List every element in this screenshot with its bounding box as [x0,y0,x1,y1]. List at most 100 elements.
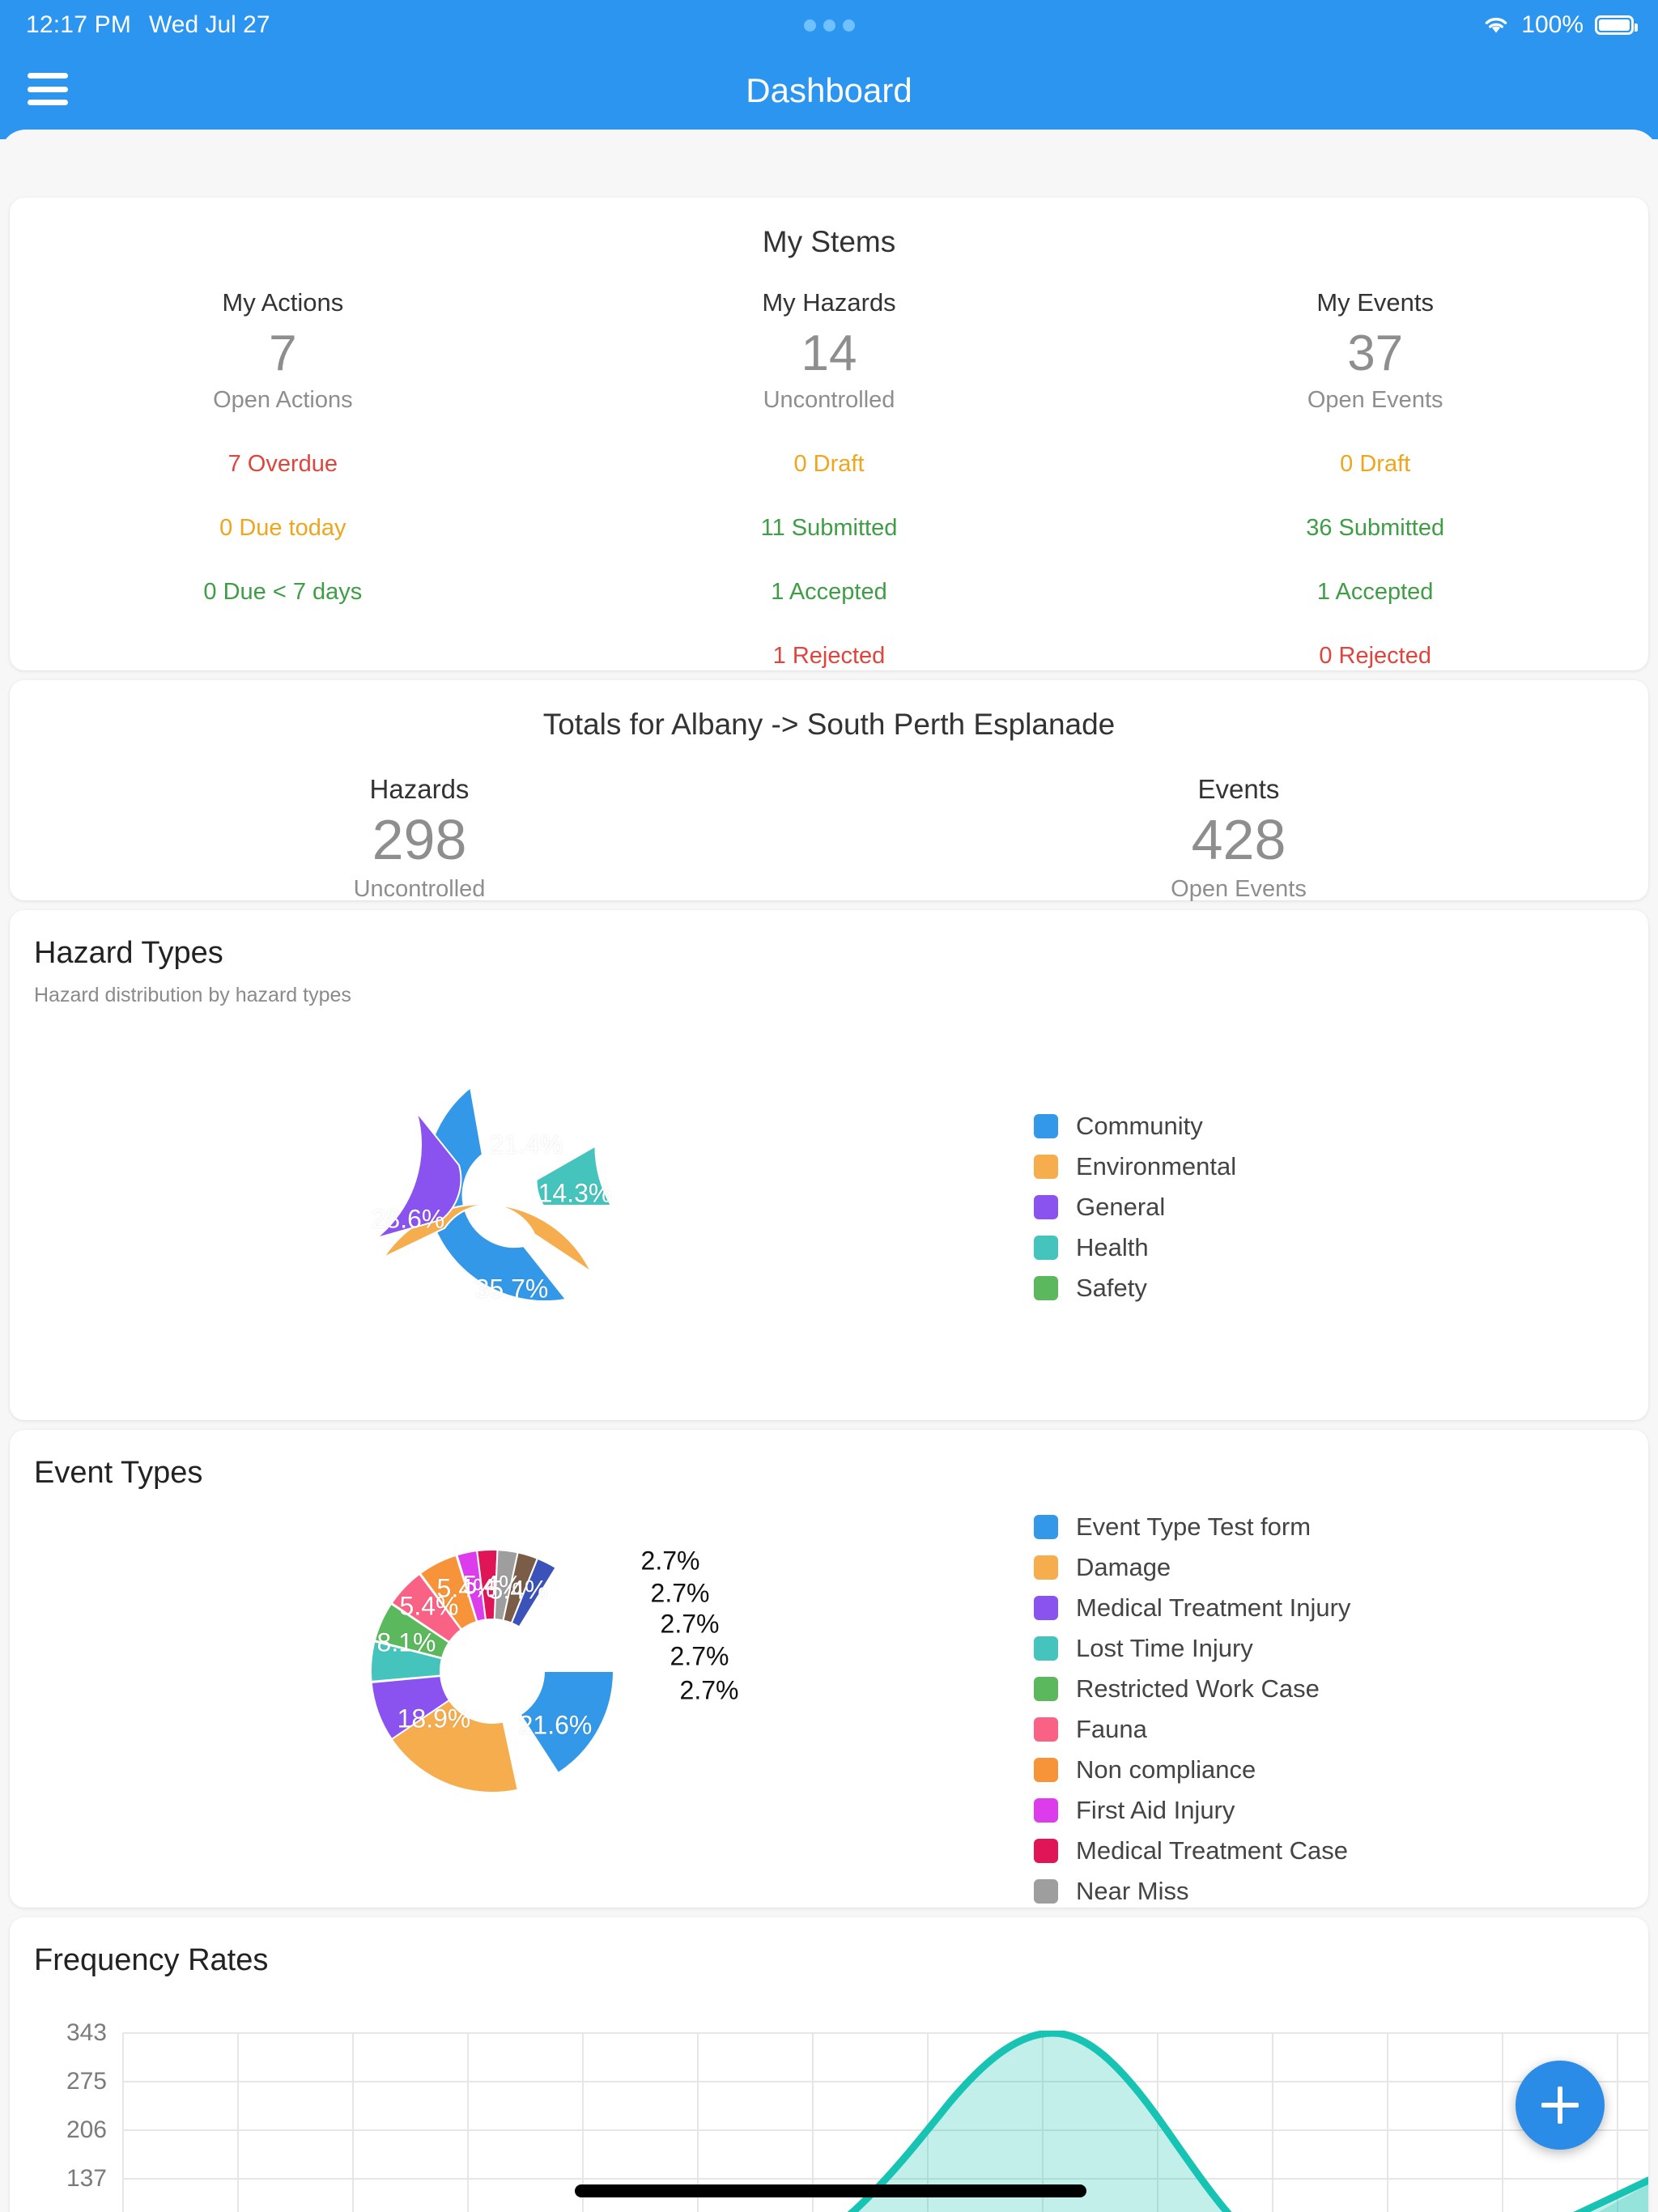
totals-sublabel: Open Events [1171,875,1307,902]
stem-stat-accepted[interactable]: 1 Accepted [556,579,1103,606]
hazard-types-donut-chart[interactable]: 21.4% 14.3% 28.6% 35.7% [358,1072,625,1339]
frequency-rates-svg [122,2031,1648,2212]
legend-item-lost-time-injury[interactable]: Lost Time Injury [1034,1628,1350,1669]
stem-label: My Hazards [762,288,896,317]
battery-icon [1595,15,1638,35]
add-floating-action-button[interactable] [1516,2061,1605,2150]
legend-item-non-compliance[interactable]: Non compliance [1034,1750,1350,1790]
totals-label: Events [1197,774,1280,804]
page-title: Dashboard [746,71,912,109]
stem-column-my-actions[interactable]: My Actions 7 Open Actions 7 Overdue 0 Du… [10,288,556,670]
legend-item-health[interactable]: Health [1034,1227,1236,1268]
totals-value: 428 [1191,808,1286,871]
my-stems-title: My Stems [762,225,896,258]
legend-label: Community [1076,1112,1203,1140]
legend-swatch-icon [1034,1596,1058,1620]
stem-stat-overdue[interactable]: 7 Overdue [10,451,556,478]
totals-column-events[interactable]: Events 428 Open Events [829,774,1648,903]
totals-label: Hazards [369,774,470,804]
event-types-title: Event Types [34,1456,203,1490]
event-slice-label-extra-1: 2.7% [670,1641,729,1671]
hazard-slice-label-community: 35.7% [474,1274,549,1304]
legend-label: First Aid Injury [1076,1796,1235,1824]
legend-item-general[interactable]: General [1034,1187,1236,1227]
legend-swatch-icon [1034,1236,1058,1260]
status-bar-left: 12:17 PM Wed Jul 27 [26,11,270,39]
legend-item-medical-treatment-injury[interactable]: Medical Treatment Injury [1034,1588,1350,1628]
legend-swatch-icon [1034,1717,1058,1742]
legend-swatch-icon [1034,1758,1058,1782]
hazard-types-card: Hazard Types Hazard distribution by haza… [10,910,1648,1420]
totals-card: Totals for Albany -> South Perth Esplana… [10,680,1648,903]
stem-sublabel: Open Events [1307,386,1443,413]
legend-label: Near Miss [1076,1877,1189,1905]
legend-label: Fauna [1076,1715,1147,1743]
hazard-types-title: Hazard Types [34,936,223,970]
legend-swatch-icon [1034,1839,1058,1863]
legend-label: General [1076,1193,1166,1221]
legend-swatch-icon [1034,1555,1058,1580]
stem-stat-draft[interactable]: 0 Draft [1102,451,1648,478]
totals-title: Totals for Albany -> South Perth Esplana… [542,708,1116,741]
battery-percent: 100% [1521,11,1584,38]
stem-column-my-hazards[interactable]: My Hazards 14 Uncontrolled 0 Draft 11 Su… [556,288,1103,670]
totals-sublabel: Uncontrolled [353,875,486,902]
legend-item-environmental[interactable]: Environmental [1034,1146,1236,1187]
status-bar-right: 100% [1482,11,1638,39]
legend-swatch-icon [1034,1677,1058,1701]
legend-item-safety[interactable]: Safety [1034,1268,1236,1308]
event-types-legend: Event Type Test form Damage Medical Trea… [1034,1507,1350,1912]
legend-label: Environmental [1076,1152,1237,1180]
legend-swatch-icon [1034,1195,1058,1219]
legend-item-community[interactable]: Community [1034,1106,1236,1146]
nav-bar: Dashboard [0,50,1658,139]
legend-item-first-aid-injury[interactable]: First Aid Injury [1034,1790,1350,1831]
stem-stat-draft[interactable]: 0 Draft [556,451,1103,478]
legend-item-medical-treatment-case[interactable]: Medical Treatment Case [1034,1831,1350,1871]
event-slice-label-first-aid-injury: 2.7% [640,1546,700,1576]
event-types-donut-chart[interactable]: 21.6% 18.9% 8.1% 5.4% 5.4% 5.4% 5.4% 2.7… [356,1535,738,1807]
stem-column-my-events[interactable]: My Events 37 Open Events 0 Draft 36 Subm… [1102,288,1648,670]
stem-stat-rejected[interactable]: 1 Rejected [556,643,1103,670]
hazard-types-legend: Community Environmental General Health S… [1034,1106,1236,1308]
legend-item-fauna[interactable]: Fauna [1034,1709,1350,1750]
my-stems-card: My Stems My Actions 7 Open Actions 7 Ove… [10,198,1648,670]
status-time: 12:17 PM [26,11,132,38]
legend-item-damage[interactable]: Damage [1034,1547,1350,1588]
event-slice-label-medical-treatment-injury: 8.1% [376,1627,436,1657]
stem-stat-rejected[interactable]: 0 Rejected [1102,643,1648,670]
stem-value: 14 [801,325,857,381]
legend-item-restricted-work-case[interactable]: Restricted Work Case [1034,1669,1350,1709]
stem-stat-due-7-days[interactable]: 0 Due < 7 days [10,579,556,606]
stem-stat-submitted[interactable]: 36 Submitted [1102,515,1648,542]
legend-label: Safety [1076,1274,1147,1302]
stem-stat-due-today[interactable]: 0 Due today [10,515,556,542]
plus-icon [1541,2087,1579,2124]
legend-label: Non compliance [1076,1755,1256,1784]
legend-swatch-icon [1034,1276,1058,1300]
stem-stat-submitted[interactable]: 11 Submitted [556,515,1103,542]
totals-column-hazards[interactable]: Hazards 298 Uncontrolled [10,774,829,903]
legend-swatch-icon [1034,1879,1058,1904]
status-bar: 12:17 PM Wed Jul 27 100% [0,0,1658,50]
hazard-types-subtitle: Hazard distribution by hazard types [34,984,351,1006]
legend-item-event-type-test-form[interactable]: Event Type Test form [1034,1507,1350,1547]
event-slice-label-medical-treatment-case: 2.7% [650,1578,710,1608]
frequency-rates-card: Frequency Rates 343 275 206 137 [10,1917,1648,2212]
status-date: Wed Jul 27 [149,11,270,38]
stem-stat-accepted[interactable]: 1 Accepted [1102,579,1648,606]
wifi-icon [1482,15,1510,35]
hazard-slice-label-health: 14.3% [538,1178,612,1208]
legend-label: Medical Treatment Injury [1076,1593,1351,1622]
event-slice-label-extra-2: 2.7% [679,1675,739,1705]
event-slice-label-non-compliance: 5.4% [488,1575,548,1605]
totals-value: 298 [372,808,467,871]
my-stems-columns: My Actions 7 Open Actions 7 Overdue 0 Du… [10,288,1648,670]
hazard-slice-label-general: 21.4% [489,1129,563,1159]
frequency-rates-chart[interactable]: 343 275 206 137 [10,1917,1648,2212]
hazard-slice-label-environmental: 28.6% [371,1204,445,1234]
stem-value: 7 [269,325,297,381]
event-slice-label-near-miss: 2.7% [660,1609,720,1639]
totals-columns: Hazards 298 Uncontrolled Events 428 Open… [10,774,1648,903]
legend-item-near-miss[interactable]: Near Miss [1034,1871,1350,1912]
